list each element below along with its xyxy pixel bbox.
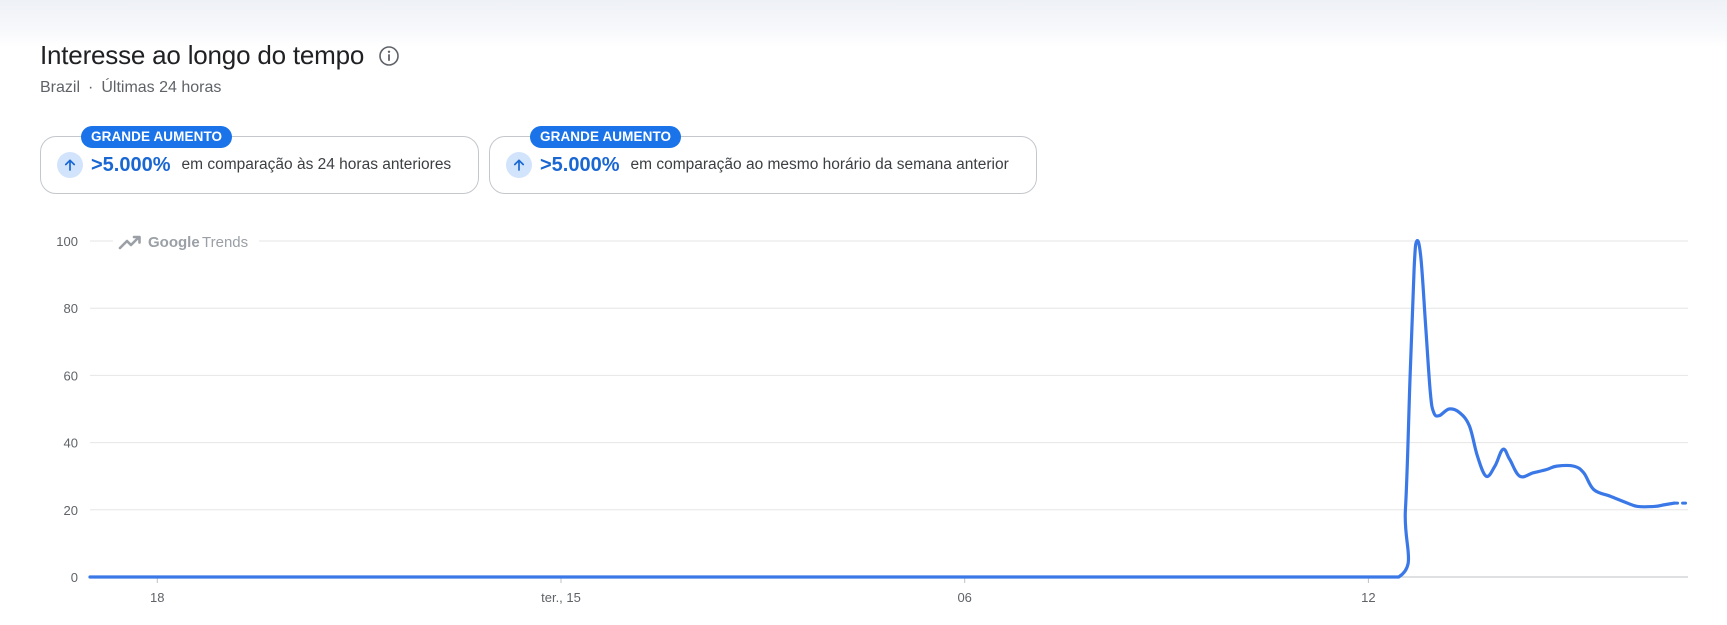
info-icon[interactable] <box>378 45 400 67</box>
watermark-product: Trends <box>202 234 248 251</box>
y-tick-label: 60 <box>64 368 78 383</box>
increase-value: >5.000% <box>91 153 171 176</box>
arrow-up-icon <box>57 152 83 178</box>
google-trends-watermark: Google Trends <box>113 230 259 252</box>
chart-subtitle: Brazil · Últimas 24 horas <box>40 79 400 97</box>
comparison-description: em comparação às 24 horas anteriores <box>181 156 452 173</box>
y-axis-ticks: 0 20 40 60 80 100 <box>56 234 78 585</box>
chart-header: Interesse ao longo do tempo Brazil · Últ… <box>40 40 400 97</box>
y-tick-label: 100 <box>56 234 78 249</box>
x-tick-label: 18 <box>150 590 164 605</box>
title-row: Interesse ao longo do tempo <box>40 40 400 71</box>
y-tick-label: 0 <box>71 570 78 585</box>
subtitle-separator: · <box>88 79 94 96</box>
period-label: Últimas 24 horas <box>101 79 222 96</box>
chart-title: Interesse ao longo do tempo <box>40 40 365 70</box>
x-tick-label: ter., 15 <box>541 590 581 605</box>
interest-line-chart: 0 20 40 60 80 100 18 ter., 15 06 12 Google Trend… <box>56 230 1690 605</box>
increase-badge: GRANDE AUMENTO <box>530 126 682 148</box>
y-tick-label: 40 <box>64 436 78 451</box>
increase-badge: GRANDE AUMENTO <box>81 126 233 148</box>
comparison-card-previous-24h: GRANDE AUMENTO >5.000% em comparação às … <box>40 126 479 194</box>
increase-value: >5.000% <box>540 153 620 176</box>
comparison-description: em comparação ao mesmo horário da semana… <box>630 156 1009 173</box>
series-line <box>88 238 1677 579</box>
y-tick-label: 80 <box>64 301 78 316</box>
y-tick-label: 20 <box>64 503 78 518</box>
x-tick-label: 06 <box>957 590 971 605</box>
x-axis-ticks: 18 ter., 15 06 12 <box>150 577 1376 605</box>
watermark-brand: Google <box>148 234 200 251</box>
comparison-card-previous-week: GRANDE AUMENTO >5.000% em comparação ao … <box>489 126 1037 194</box>
arrow-up-icon <box>506 152 532 178</box>
location-label: Brazil <box>40 79 81 96</box>
x-tick-label: 12 <box>1361 590 1375 605</box>
comparison-cards: GRANDE AUMENTO >5.000% em comparação às … <box>40 126 1037 194</box>
